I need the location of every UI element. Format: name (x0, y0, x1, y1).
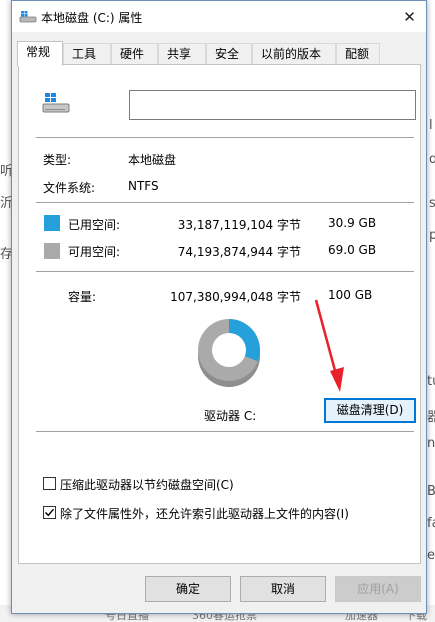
filesystem-value: NTFS (128, 179, 159, 193)
tab-quota[interactable]: 配额 (336, 43, 380, 65)
separator (36, 202, 414, 203)
free-space-label: 可用空间: (68, 245, 121, 259)
drive-icon (42, 93, 70, 113)
free-space-size: 69.0 GB (328, 243, 377, 257)
disk-cleanup-button[interactable]: 磁盘清理(D) (324, 398, 416, 423)
free-space-bytes: 74,193,874,944 字节 (177, 245, 301, 259)
bg-text-right: ng (427, 436, 435, 451)
bg-text-right: 器 (427, 410, 435, 425)
disk-usage-chart (198, 319, 260, 387)
compress-checkbox[interactable] (43, 477, 56, 490)
cancel-button[interactable]: 取消 (240, 576, 326, 602)
usage-chart-hole (212, 333, 246, 367)
tab-tools[interactable]: 工具 (63, 43, 111, 65)
capacity-label: 容量: (68, 290, 97, 304)
window-title: 本地磁盘 (C:) 属性 (41, 11, 143, 25)
type-value: 本地磁盘 (128, 153, 177, 167)
close-button[interactable]: ✕ (393, 1, 426, 32)
used-space-bytes: 33,187,119,104 字节 (177, 218, 301, 232)
tab-security[interactable]: 安全 (206, 43, 252, 65)
drive-icon (19, 11, 37, 23)
apply-button[interactable]: 应用(A) (335, 576, 421, 602)
capacity-bytes: 107,380,994,048 字节 (170, 290, 301, 304)
drive-letter-label: 驱动器 C: (204, 409, 257, 423)
tab-general[interactable]: 常规 (17, 41, 63, 66)
general-tab-panel: 类型: 本地磁盘 文件系统: NTFS 已用空间: 33,187,119,104… (18, 64, 421, 564)
tab-hardware[interactable]: 硬件 (111, 43, 158, 65)
checkmark-icon (45, 508, 55, 517)
bg-text-right: p (429, 228, 435, 243)
filesystem-label: 文件系统: (43, 181, 96, 195)
bg-text-right: tu (427, 374, 435, 389)
title-bar[interactable]: 本地磁盘 (C:) 属性 ✕ (12, 1, 426, 32)
separator (36, 271, 414, 272)
free-space-swatch (44, 243, 60, 259)
properties-dialog: 本地磁盘 (C:) 属性 ✕ 常规 工具 硬件 共享 安全 以前的版本 配额 类… (11, 0, 427, 614)
used-space-label: 已用空间: (68, 218, 121, 232)
used-space-size: 30.9 GB (328, 216, 377, 230)
bg-text-right: d (429, 152, 435, 167)
separator (36, 137, 414, 138)
ok-button[interactable]: 确定 (145, 576, 231, 602)
tab-sharing[interactable]: 共享 (158, 43, 206, 65)
compress-label[interactable]: 压缩此驱动器以节约磁盘空间(C) (60, 476, 234, 493)
used-space-swatch (44, 215, 60, 231)
bg-text-right: l (429, 118, 433, 133)
close-icon: ✕ (403, 7, 416, 26)
type-label: 类型: (43, 153, 72, 167)
index-checkbox[interactable] (43, 506, 56, 519)
tab-previous-versions[interactable]: 以前的版本 (252, 43, 336, 65)
bg-text-right: Be (427, 484, 435, 499)
bg-text-right: e (427, 548, 435, 563)
bg-text-right: s (429, 196, 435, 211)
separator (36, 431, 414, 432)
index-label[interactable]: 除了文件属性外，还允许索引此驱动器上文件的内容(I) (60, 505, 349, 522)
volume-name-input[interactable] (129, 90, 416, 120)
bg-text-right: fa (427, 516, 435, 531)
capacity-size: 100 GB (328, 288, 373, 302)
